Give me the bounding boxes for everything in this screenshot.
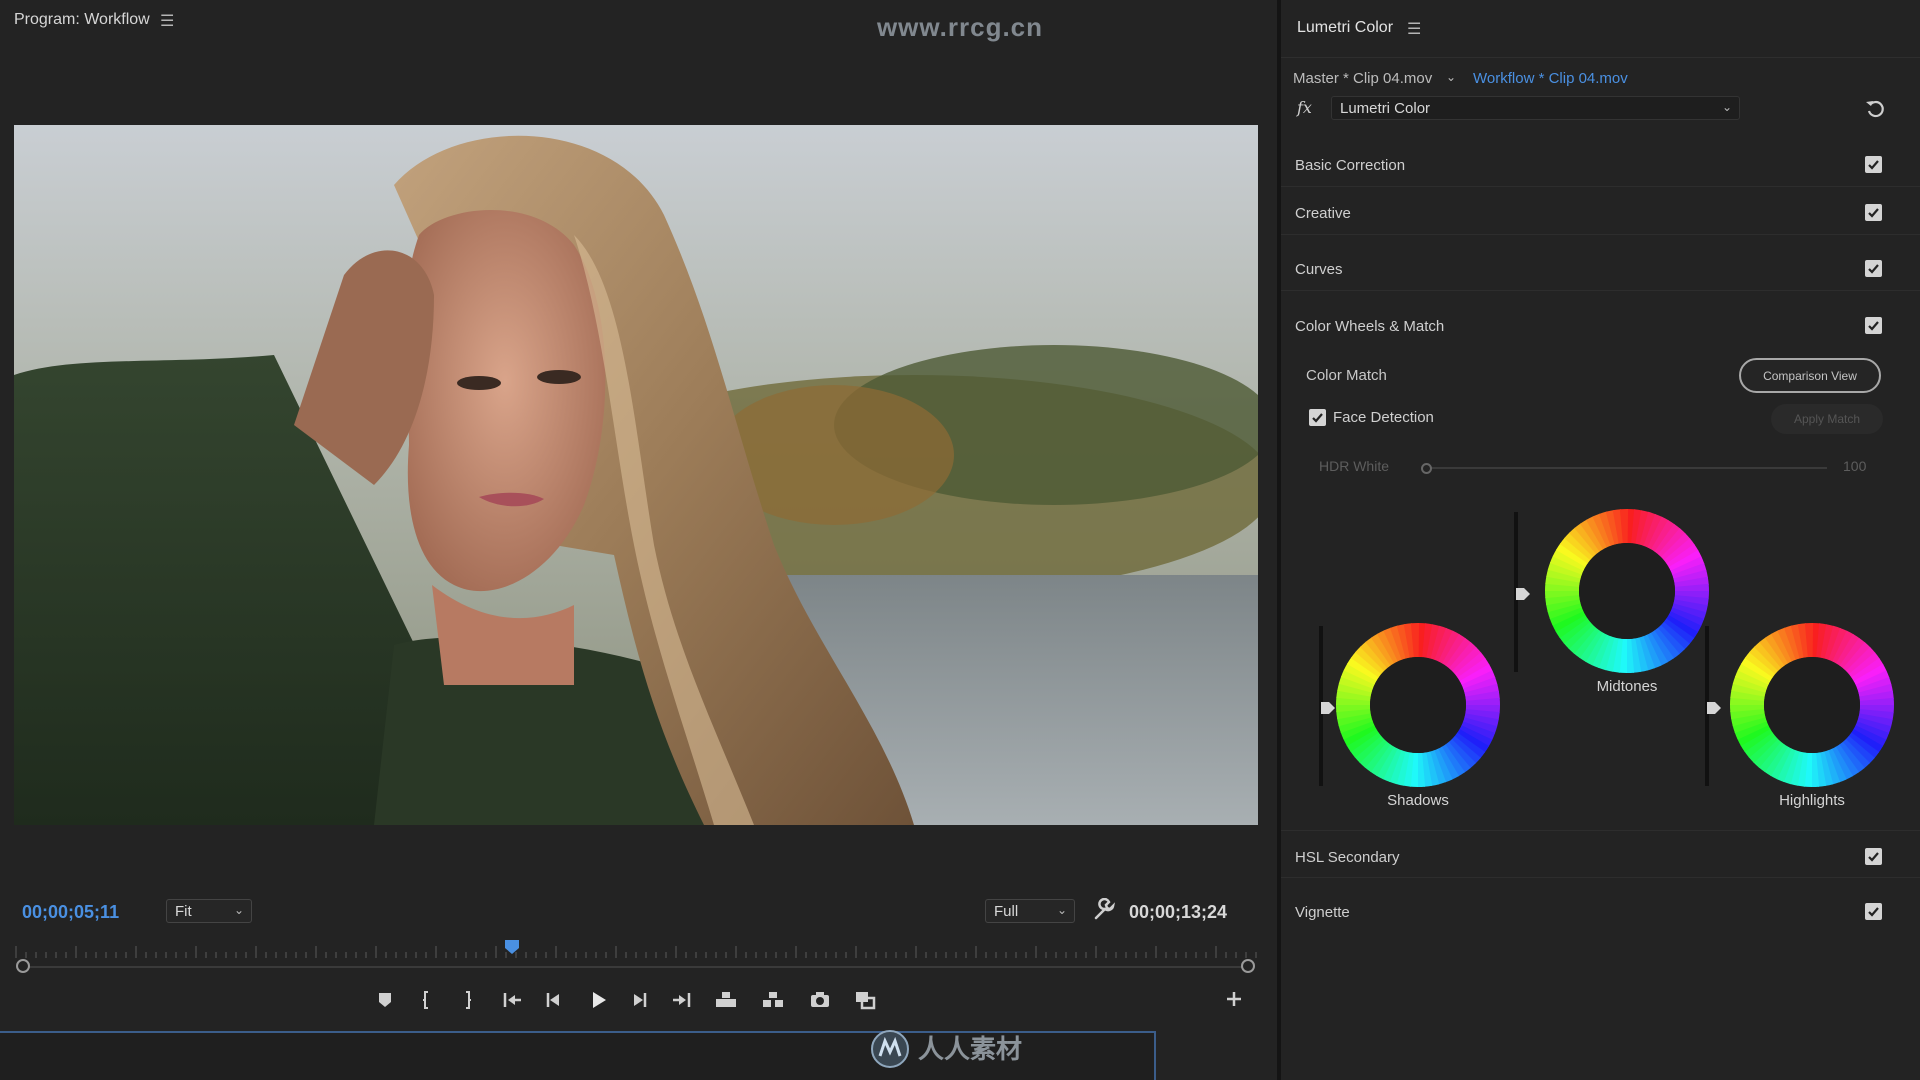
section-enable-checkbox[interactable] [1865, 903, 1882, 920]
hdr-white-value[interactable]: 100 [1843, 458, 1866, 474]
chevron-down-icon: ⌄ [1056, 903, 1067, 917]
wrench-icon[interactable] [1092, 897, 1116, 922]
section-label[interactable]: HSL Secondary [1295, 849, 1400, 866]
section-label[interactable]: Creative [1295, 205, 1351, 222]
zoom-handle-left[interactable] [16, 959, 30, 973]
section-color-wheels[interactable]: Color Wheels & Match [1281, 300, 1920, 348]
current-timecode[interactable]: 00;00;05;11 [22, 902, 119, 923]
resolution-value: Full [994, 903, 1019, 920]
play-icon[interactable] [583, 985, 613, 1015]
marker-icon[interactable] [370, 985, 400, 1015]
wheel-center [1579, 543, 1675, 639]
chevron-down-icon: ⌄ [233, 903, 244, 917]
zoom-level-value: Fit [175, 903, 192, 920]
section-enable-checkbox[interactable] [1865, 317, 1882, 334]
program-header: Program: Workflow ☰ [0, 0, 1277, 44]
transport-controls [370, 985, 970, 1015]
lift-icon[interactable] [711, 985, 741, 1015]
program-panel-title[interactable]: Program: Workflow [14, 11, 150, 29]
highlights-slider-knob[interactable] [1707, 702, 1721, 714]
master-clip-label[interactable]: Master * Clip 04.mov [1293, 70, 1432, 87]
section-label[interactable]: Color Wheels & Match [1295, 318, 1444, 335]
extract-icon[interactable] [758, 985, 788, 1015]
lumetri-color-panel: Lumetri Color ☰ Master * Clip 04.mov ⌄ W… [1281, 0, 1920, 1080]
camera-icon[interactable] [805, 985, 835, 1015]
time-ruler[interactable] [14, 940, 1258, 960]
panel-menu-icon[interactable]: ☰ [160, 11, 174, 31]
watermark-logo: 人人素材 [871, 1030, 1022, 1068]
section-enable-checkbox[interactable] [1865, 204, 1882, 221]
video-preview[interactable] [14, 125, 1258, 825]
slider-handle[interactable] [1421, 463, 1432, 474]
add-button-icon[interactable] [1222, 987, 1246, 1011]
section-enable-checkbox[interactable] [1865, 260, 1882, 277]
wheel-center [1370, 657, 1466, 753]
highlights-color-wheel[interactable] [1729, 622, 1895, 788]
shadows-color-wheel[interactable] [1335, 622, 1501, 788]
section-enable-checkbox[interactable] [1865, 156, 1882, 173]
fx-icon[interactable]: fx [1297, 98, 1312, 117]
shadows-slider-knob[interactable] [1321, 702, 1335, 714]
go-to-in-icon[interactable] [497, 985, 527, 1015]
playhead[interactable] [504, 939, 520, 955]
step-forward-icon[interactable] [625, 985, 655, 1015]
mark-in-icon[interactable] [411, 985, 441, 1015]
effect-select-value: Lumetri Color [1340, 100, 1431, 117]
color-match-label: Color Match [1306, 367, 1387, 384]
section-label[interactable]: Basic Correction [1295, 157, 1405, 174]
playback-resolution-select[interactable]: Full ⌄ [985, 899, 1075, 923]
comparison-view-icon[interactable] [850, 985, 880, 1015]
midtones-label: Midtones [1596, 678, 1658, 695]
section-vignette[interactable]: Vignette [1281, 886, 1920, 934]
hdr-white-slider[interactable] [1421, 463, 1834, 474]
lumetri-header: Lumetri Color ☰ [1281, 0, 1920, 58]
effect-select[interactable]: Lumetri Color ⌄ [1331, 96, 1740, 120]
midtones-color-wheel[interactable] [1544, 508, 1710, 674]
highlights-label: Highlights [1779, 792, 1845, 809]
clip-selector-row: Master * Clip 04.mov ⌄ Workflow * Clip 0… [1281, 70, 1920, 92]
face-detection-checkbox[interactable] [1309, 409, 1326, 426]
mark-out-icon[interactable] [453, 985, 483, 1015]
program-monitor-panel: Program: Workflow ☰ 00;00;05;11 Fit ⌄ Fu… [0, 0, 1277, 1080]
section-curves[interactable]: Curves [1281, 243, 1920, 291]
shadows-label: Shadows [1387, 792, 1449, 809]
zoom-level-select[interactable]: Fit ⌄ [166, 899, 252, 923]
section-label[interactable]: Vignette [1295, 904, 1350, 921]
effect-row: fx Lumetri Color ⌄ [1281, 96, 1920, 122]
section-basic-correction[interactable]: Basic Correction [1281, 139, 1920, 187]
section-enable-checkbox[interactable] [1865, 848, 1882, 865]
section-hsl-secondary[interactable]: HSL Secondary [1281, 830, 1920, 878]
comparison-view-button[interactable]: Comparison View [1739, 358, 1881, 393]
lumetri-panel-title[interactable]: Lumetri Color [1297, 19, 1393, 37]
sequence-clip-label[interactable]: Workflow * Clip 04.mov [1473, 70, 1628, 87]
reset-icon[interactable] [1864, 98, 1886, 120]
zoom-handle-right[interactable] [1241, 959, 1255, 973]
chevron-down-icon[interactable]: ⌄ [1446, 70, 1456, 84]
section-creative[interactable]: Creative [1281, 187, 1920, 235]
go-to-out-icon[interactable] [667, 985, 697, 1015]
section-label[interactable]: Curves [1295, 261, 1343, 278]
chevron-down-icon: ⌄ [1721, 100, 1732, 114]
zoom-scroll-bar[interactable] [22, 966, 1248, 968]
duration-timecode: 00;00;13;24 [1129, 902, 1228, 922]
watermark-logo-text: 人人素材 [918, 1035, 1022, 1065]
slider-track [1427, 467, 1827, 469]
apply-match-button[interactable]: Apply Match [1771, 404, 1883, 434]
panel-menu-icon[interactable]: ☰ [1407, 19, 1421, 39]
wheel-center [1764, 657, 1860, 753]
video-frame-image [14, 125, 1258, 825]
step-back-icon[interactable] [538, 985, 568, 1015]
hdr-white-label: HDR White [1319, 458, 1390, 474]
face-detection-label[interactable]: Face Detection [1333, 409, 1434, 426]
midtones-slider-knob[interactable] [1516, 588, 1530, 600]
